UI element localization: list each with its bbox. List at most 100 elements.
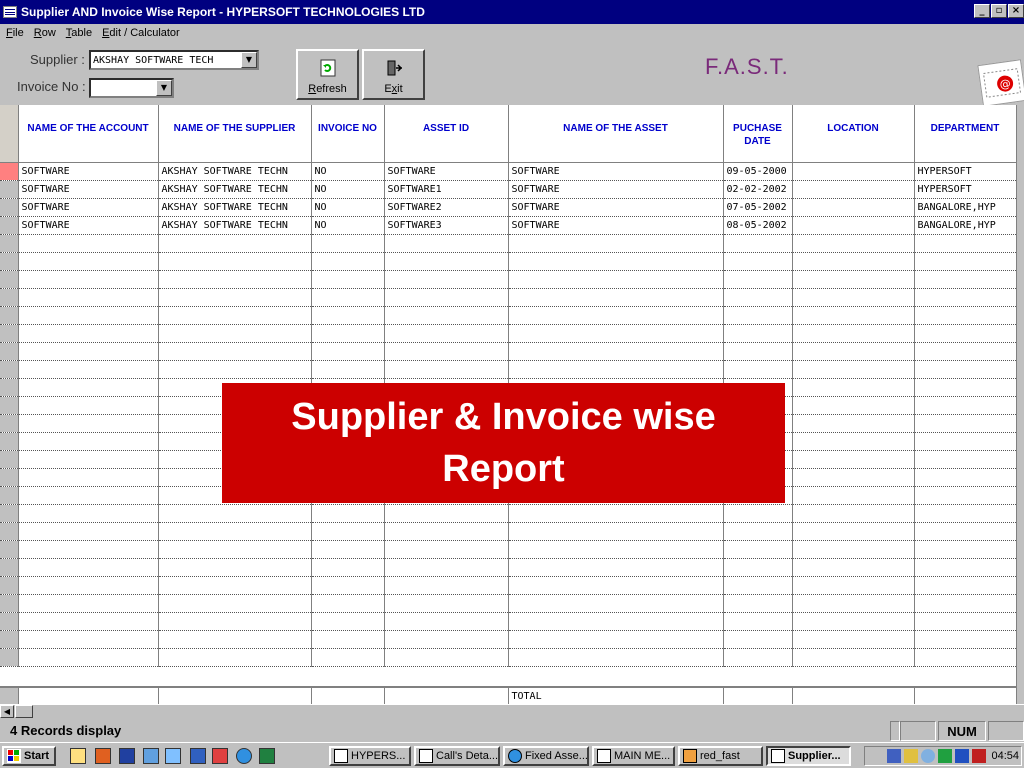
tray-network-icon[interactable] [887,749,902,763]
tray-tools-icon[interactable] [904,749,919,763]
row-selector[interactable] [0,432,19,451]
table-cell[interactable] [508,648,724,667]
table-cell[interactable] [311,612,385,631]
menu-row[interactable]: Row [34,27,56,39]
scroll-thumb[interactable] [15,705,33,718]
table-cell[interactable]: SOFTWARE [18,198,159,217]
table-cell[interactable] [311,360,385,379]
table-row[interactable]: SOFTWARE AKSHAY SOFTWARE TECHN NO SOFTWARE S… [0,162,1017,181]
empty-table-row[interactable] [0,648,1017,667]
table-row[interactable]: SOFTWARE AKSHAY SOFTWARE TECHN NO SOFTWARE1… [0,180,1017,199]
row-selector[interactable] [0,252,19,271]
table-cell[interactable] [384,648,509,667]
table-cell[interactable]: NO [311,180,385,199]
table-cell[interactable] [723,342,793,361]
table-cell[interactable]: BANGALORE,HYP [914,198,1017,217]
empty-table-row[interactable] [0,252,1017,271]
table-cell[interactable]: BANGALORE,HYP [914,216,1017,235]
table-cell[interactable] [311,576,385,595]
table-cell[interactable] [792,270,915,289]
row-selector[interactable] [0,468,19,487]
table-cell[interactable] [792,360,915,379]
table-cell[interactable] [914,612,1017,631]
table-row[interactable]: SOFTWARE AKSHAY SOFTWARE TECHN NO SOFTWARE2… [0,198,1017,217]
task-red-fast[interactable]: red_fast [678,746,763,766]
vertical-scrollbar[interactable] [1016,105,1024,705]
row-selector[interactable] [0,522,19,541]
table-cell[interactable] [792,288,915,307]
table-cell[interactable] [311,342,385,361]
table-cell[interactable] [384,558,509,577]
column-header-account[interactable]: NAME OF THE ACCOUNT [18,105,159,163]
empty-table-row[interactable] [0,540,1017,559]
table-cell[interactable] [311,288,385,307]
table-cell[interactable] [792,378,915,397]
table-cell[interactable] [792,522,915,541]
table-cell[interactable]: HYPERSOFT [914,162,1017,181]
table-cell[interactable] [18,540,159,559]
table-cell[interactable]: SOFTWARE2 [384,198,509,217]
table-cell[interactable] [508,504,724,523]
row-selector[interactable] [0,162,19,181]
table-cell[interactable] [384,612,509,631]
column-header-purchase-date[interactable]: PUCHASE DATE [723,105,793,163]
row-selector[interactable] [0,198,19,217]
table-cell[interactable] [508,360,724,379]
row-selector[interactable] [0,378,19,397]
row-selector[interactable] [0,576,19,595]
row-selector[interactable] [0,270,19,289]
invoice-select[interactable]: ▼ [89,78,174,98]
table-cell[interactable] [508,288,724,307]
table-cell[interactable] [311,252,385,271]
table-cell[interactable]: SOFTWARE [508,216,724,235]
start-button[interactable]: Start [2,746,56,766]
quicklaunch-powerpoint-icon[interactable] [95,748,111,764]
table-cell[interactable] [508,270,724,289]
window-titlebar[interactable]: Supplier AND Invoice Wise Report - HYPER… [0,0,1024,24]
table-cell[interactable] [158,522,312,541]
table-cell[interactable] [508,558,724,577]
column-header-asset-name[interactable]: NAME OF THE ASSET [508,105,724,163]
table-cell[interactable] [914,522,1017,541]
table-cell[interactable] [508,630,724,649]
table-cell[interactable] [792,252,915,271]
table-cell[interactable] [384,576,509,595]
table-cell[interactable] [914,594,1017,613]
column-header-location[interactable]: LOCATION [792,105,915,163]
table-cell[interactable] [18,648,159,667]
table-cell[interactable]: 09-05-2000 [723,162,793,181]
table-cell[interactable] [311,594,385,613]
table-cell[interactable] [158,540,312,559]
table-cell[interactable] [18,324,159,343]
table-cell[interactable] [384,270,509,289]
row-selector[interactable] [0,486,19,505]
quicklaunch-acrobat-icon[interactable] [212,748,228,764]
table-cell[interactable] [18,504,159,523]
table-cell[interactable] [723,306,793,325]
empty-table-row[interactable] [0,324,1017,343]
table-cell[interactable] [18,378,159,397]
table-cell[interactable] [723,576,793,595]
table-cell[interactable] [311,324,385,343]
table-cell[interactable] [792,576,915,595]
empty-table-row[interactable] [0,306,1017,325]
table-cell[interactable] [914,450,1017,469]
row-selector[interactable] [0,342,19,361]
row-selector[interactable] [0,630,19,649]
table-cell[interactable] [311,630,385,649]
row-selector[interactable] [0,450,19,469]
table-cell[interactable] [158,630,312,649]
scroll-left-arrow-icon[interactable]: ◀ [0,705,14,718]
table-cell[interactable] [384,630,509,649]
row-selector[interactable] [0,558,19,577]
table-cell[interactable] [158,288,312,307]
horizontal-scrollbar[interactable]: ◀ [0,704,1024,718]
table-cell[interactable] [18,288,159,307]
exit-button[interactable]: Exit [362,49,425,100]
table-cell[interactable]: NO [311,216,385,235]
task-supplier[interactable]: Supplier... [766,746,851,766]
table-cell[interactable] [18,270,159,289]
table-cell[interactable] [723,594,793,613]
table-cell[interactable] [792,180,915,199]
table-cell[interactable] [18,252,159,271]
